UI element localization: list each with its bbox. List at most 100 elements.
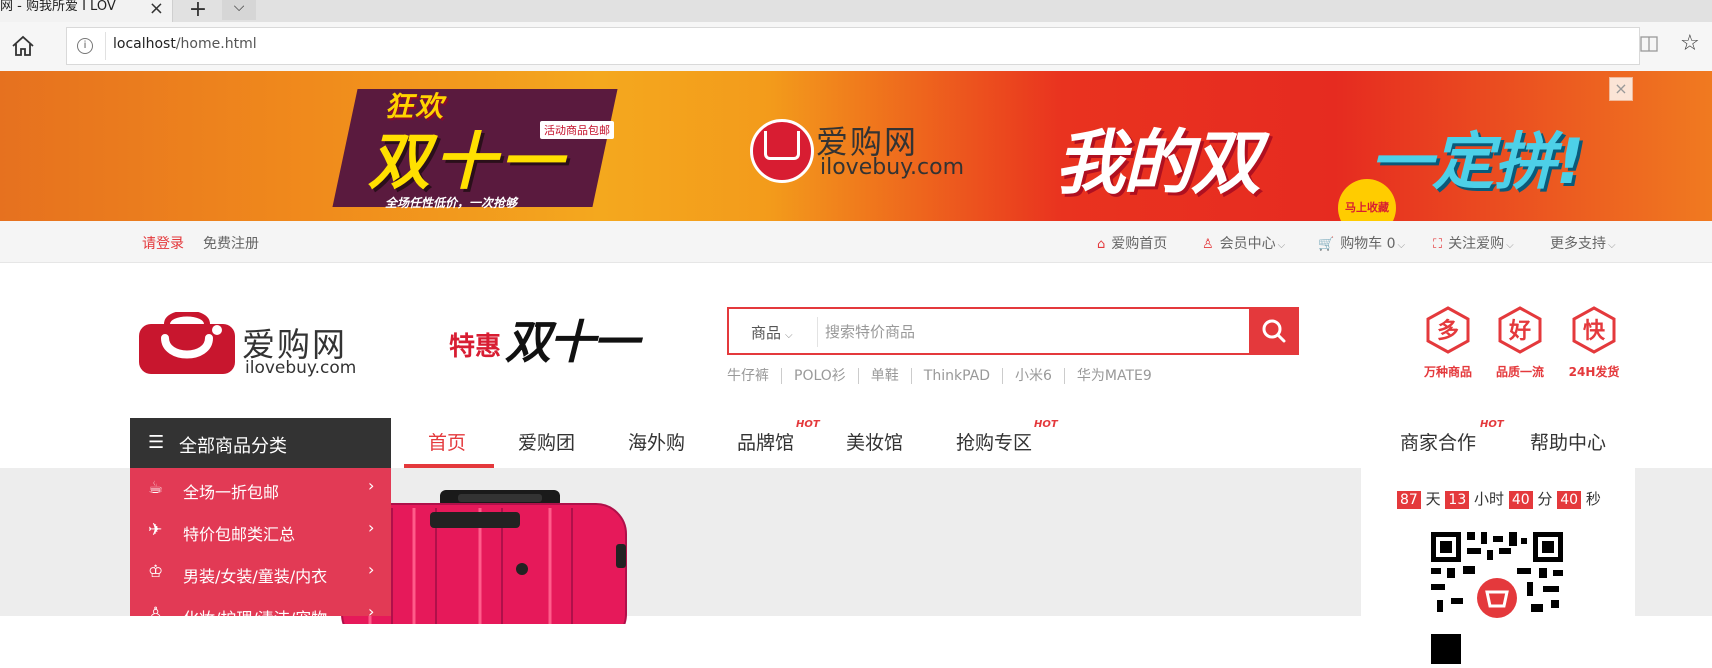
hot-word[interactable]: 华为MATE9 [1063, 368, 1164, 384]
hot-word[interactable]: 单鞋 [857, 368, 911, 384]
nav-item-help[interactable]: 帮助中心 [1530, 428, 1606, 455]
chevron-right-icon: › [368, 602, 375, 616]
hot-word[interactable]: 小米6 [1002, 368, 1064, 384]
new-tab-button[interactable]: + [180, 0, 216, 22]
tab-close-button[interactable]: × [149, 0, 164, 19]
site-logo-domain: ilovebuy.com [245, 358, 357, 378]
header-promo-shuang11[interactable]: 双十一 [505, 306, 639, 372]
topbar-home-link[interactable]: ⌂ 爱购首页 [1097, 233, 1167, 253]
user-icon: ♙ [1202, 237, 1214, 252]
search-button[interactable] [1249, 307, 1299, 355]
countdown-seconds: 40 [1557, 491, 1582, 509]
info-icon[interactable]: i [77, 38, 93, 54]
hot-word[interactable]: 牛仔裤 [727, 368, 781, 384]
all-categories-label: 全部商品分类 [179, 436, 287, 457]
nav-item-merchant[interactable]: 商家合作 [1400, 428, 1476, 455]
promo-banner[interactable]: 狂欢 双十一 活动商品包邮 全场任性低价，一次抢够 爱购网 ilovebuy.c… [0, 71, 1712, 221]
site-logo-icon[interactable] [137, 312, 237, 376]
banner-main-slogan-2: 一定拼! [1370, 125, 1585, 198]
chevron-right-icon: › [368, 560, 375, 579]
url-text[interactable]: localhost/home.html [113, 36, 257, 52]
chevron-down-icon: ⌵ [1397, 240, 1406, 251]
hot-search-words: 牛仔裤 POLO衫 单鞋 ThinkPAD 小米6 华为MATE9 [727, 365, 1164, 385]
category-list: ☕ 全场一折包邮 › ✈ 特价包邮类汇总 › ♔ 男装/女装/童装/内衣 › ♙… [130, 468, 391, 616]
side-panel: 87 天 13 小时 40 分 40 秒 [1361, 468, 1635, 668]
countdown-timer: 87 天 13 小时 40 分 40 秒 [1397, 488, 1601, 509]
home-icon: ⌂ [1097, 237, 1106, 252]
category-label: 化妆/护理/清洁/宠物 [183, 605, 327, 616]
tab-list-button[interactable]: ⌵ [222, 0, 256, 20]
url-host: localhost [113, 36, 176, 52]
countdown-days: 87 [1397, 491, 1421, 509]
browser-tab-bar: 网 - 购我所爱 I LOV × + ⌵ [0, 0, 1712, 22]
category-label: 男装/女装/童装/内衣 [183, 567, 328, 586]
category-label: 特价包邮类汇总 [183, 525, 296, 544]
banner-cart-icon [764, 131, 800, 160]
topbar-more-menu[interactable]: 更多支持 ⌵ [1550, 233, 1616, 253]
nav-item-overseas[interactable]: 海外购 [628, 428, 685, 455]
nav-item-group[interactable]: 爱购团 [518, 428, 575, 455]
login-link[interactable]: 请登录 [142, 233, 184, 253]
tab-title: 网 - 购我所爱 I LOV [0, 0, 116, 14]
qr-code-image [1427, 528, 1567, 668]
category-label: 全场一折包邮 [183, 483, 280, 502]
banner-activity-tag: 活动商品包邮 [540, 121, 614, 139]
topbar-follow-menu[interactable]: ⛶ 关注爱购 ⌵ [1433, 233, 1514, 253]
service-badge-variety: 多 万种商品 [1416, 306, 1480, 380]
cart-icon: 🛒 [1318, 237, 1335, 252]
qr-scan-icon: ⛶ [1433, 237, 1443, 252]
top-utility-bar: 请登录 免费注册 ⌂ 爱购首页 ♙ 会员中心 ⌵ 🛒 购物车 0 ⌵ ⛶ 关注爱购 ⌵ 更多支… [0, 221, 1712, 263]
search-box: 商品 ⌵ [727, 307, 1299, 355]
countdown-minutes: 40 [1508, 491, 1533, 509]
coffee-cup-icon: ☕ [148, 478, 164, 498]
service-label: 万种商品 [1423, 365, 1472, 379]
search-category-select[interactable]: 商品 ⌵ [751, 322, 793, 343]
service-label: 24H发货 [1568, 365, 1620, 379]
url-field[interactable]: i localhost/home.html [66, 27, 1640, 65]
hot-tag: HOT [1480, 419, 1504, 430]
nav-item-brand[interactable]: 品牌馆 [737, 428, 794, 455]
search-category-label: 商品 [751, 324, 782, 342]
url-path: /home.html [175, 36, 257, 52]
topbar-member-menu[interactable]: ♙ 会员中心 ⌵ [1202, 233, 1285, 253]
service-badge-shipping: 快 24H发货 [1562, 306, 1626, 380]
banner-shuang11: 双十一 [368, 125, 567, 198]
all-categories-button[interactable]: ☰ 全部商品分类 [130, 418, 391, 468]
search-divider [817, 317, 818, 347]
countdown-seconds-unit: 秒 [1585, 490, 1601, 508]
chevron-right-icon: › [368, 476, 375, 495]
hot-tag: HOT [1034, 419, 1058, 430]
category-item[interactable]: ☕ 全场一折包邮 › [130, 468, 391, 510]
banner-close-button[interactable]: × [1609, 77, 1633, 101]
hot-word[interactable]: POLO衫 [781, 368, 858, 384]
nav-item-home[interactable]: 首页 [428, 428, 466, 455]
nav-item-beauty[interactable]: 美妆馆 [846, 428, 903, 455]
countdown-hours: 13 [1445, 491, 1470, 509]
reading-view-icon[interactable] [1640, 36, 1658, 52]
banner-main-slogan: 我的双 [1055, 122, 1261, 204]
header-promo-tehui[interactable]: 特惠 [449, 326, 501, 363]
chevron-down-icon: ⌵ [1506, 240, 1514, 251]
address-bar: i localhost/home.html ☆ [0, 22, 1712, 72]
favorite-star-icon[interactable]: ☆ [1680, 31, 1700, 56]
topbar-follow-label: 关注爱购 [1448, 236, 1505, 252]
hexagon-icon: 快 [1572, 306, 1616, 354]
category-item[interactable]: ♔ 男装/女装/童装/内衣 › [130, 552, 391, 594]
hexagon-icon: 好 [1498, 306, 1542, 354]
search-input[interactable] [823, 311, 1207, 353]
hot-word[interactable]: ThinkPAD [910, 368, 1002, 384]
category-item[interactable]: ✈ 特价包邮类汇总 › [130, 510, 391, 552]
chevron-right-icon: › [368, 518, 375, 537]
category-item[interactable]: ♙ 化妆/护理/清洁/宠物 › [130, 594, 391, 616]
topbar-cart-label: 购物车 0 [1340, 236, 1396, 252]
chevron-down-icon: ⌵ [785, 330, 793, 341]
nav-item-flash-sale[interactable]: 抢购专区 [956, 428, 1032, 455]
chevron-down-icon: ⌵ [1608, 240, 1616, 251]
topbar-more-label: 更多支持 [1550, 236, 1606, 252]
home-icon[interactable] [10, 34, 36, 58]
register-link[interactable]: 免费注册 [203, 233, 259, 253]
topbar-cart-menu[interactable]: 🛒 购物车 0 ⌵ [1318, 233, 1405, 253]
browser-tab[interactable]: 网 - 购我所爱 I LOV × [0, 0, 173, 22]
service-badge-quality: 好 品质一流 [1488, 306, 1552, 380]
service-label: 品质一流 [1495, 365, 1544, 379]
